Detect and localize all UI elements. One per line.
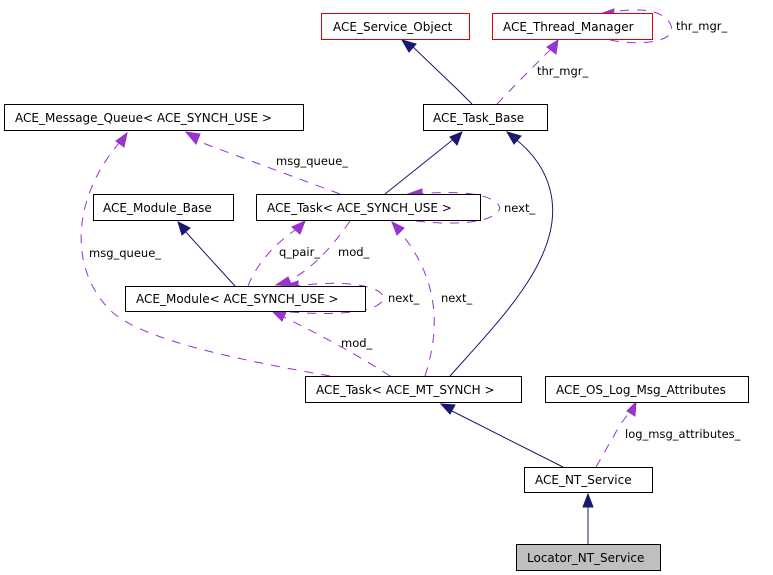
arrowhead-messagequeue-1 [184,131,201,145]
svg-text:ACE_Module_Base: ACE_Module_Base [103,201,212,215]
node-ace-nt-service[interactable]: ACE_NT_Service [524,467,653,493]
node-ace-os-log-msg-attributes[interactable]: ACE_OS_Log_Msg_Attributes [545,376,749,403]
svg-text:ACE_Thread_Manager: ACE_Thread_Manager [503,20,634,34]
edge-tasksynch-taskbase [384,137,456,195]
edge-taskmt-taskbase [449,137,554,377]
edge-label-mod-task: mod_ [338,245,370,259]
edge-label-next-mt: next_ [441,291,472,305]
node-ace-service-object[interactable]: ACE_Service_Object [321,13,470,40]
svg-text:ACE_Task< ACE_SYNCH_USE >: ACE_Task< ACE_SYNCH_USE > [267,201,452,215]
arrowhead-taskbase-1 [449,131,463,146]
edge-tasksynch-messagequeue [199,141,341,195]
svg-text:Locator_NT_Service: Locator_NT_Service [527,551,644,565]
class-diagram: thr_mgr_ thr_mgr_ msg_queue_ next_ q_pai… [4,8,749,571]
node-locator-nt-service: Locator_NT_Service [516,544,661,571]
svg-text:ACE_Task_Base: ACE_Task_Base [433,111,524,125]
arrowhead-serviceobject [400,39,417,53]
arrowhead-tasksynch-qpair [291,220,306,235]
edge-label-thr-mgr: thr_mgr_ [537,64,589,78]
arrowhead-taskmt [439,403,456,415]
arrowhead-tasksynch-next [391,220,405,236]
edge-label-msg-queue-mt: msg_queue_ [89,246,161,260]
arrowhead-module-mt [270,310,287,322]
edge-label-msg-queue-task: msg_queue_ [276,154,348,168]
arrowhead-logmsg [626,400,637,417]
node-ace-module-base[interactable]: ACE_Module_Base [93,194,234,221]
svg-text:ACE_NT_Service: ACE_NT_Service [535,473,632,487]
edge-ntservice-taskmt [449,409,564,468]
edge-label-thr-mgr-self: thr_mgr_ [676,19,728,33]
svg-text:ACE_OS_Log_Msg_Attributes: ACE_OS_Log_Msg_Attributes [556,383,726,397]
node-ace-task-base[interactable]: ACE_Task_Base [423,104,548,131]
node-ace-module-synch-use[interactable]: ACE_Module< ACE_SYNCH_USE > [125,286,366,312]
arrowhead-modulebase [177,221,191,236]
edge-label-next-task: next_ [504,201,535,215]
edge-label-log-msg-attributes: log_msg_attributes_ [625,427,741,441]
svg-text:ACE_Module< ACE_SYNCH_USE >: ACE_Module< ACE_SYNCH_USE > [136,292,339,306]
svg-text:ACE_Task< ACE_MT_SYNCH >: ACE_Task< ACE_MT_SYNCH > [316,383,495,397]
edge-label-q-pair: q_pair_ [279,245,320,259]
node-ace-task-mt-synch[interactable]: ACE_Task< ACE_MT_SYNCH > [305,376,522,403]
edge-taskbase-serviceobject [411,45,473,105]
arrowhead-ntservice [582,492,594,508]
edge-label-mod-mt: mod_ [341,336,373,350]
edge-label-next-module: next_ [388,291,419,305]
node-ace-task-synch-use[interactable]: ACE_Task< ACE_SYNCH_USE > [256,194,481,221]
svg-text:ACE_Service_Object: ACE_Service_Object [333,20,453,34]
edge-taskmt-module-mod [281,315,391,377]
node-ace-thread-manager[interactable]: ACE_Thread_Manager [492,13,653,40]
svg-text:ACE_Message_Queue< ACE_SYNCH_U: ACE_Message_Queue< ACE_SYNCH_USE > [15,111,272,125]
edge-module-modulebase [183,229,236,287]
node-ace-message-queue[interactable]: ACE_Message_Queue< ACE_SYNCH_USE > [4,104,304,131]
